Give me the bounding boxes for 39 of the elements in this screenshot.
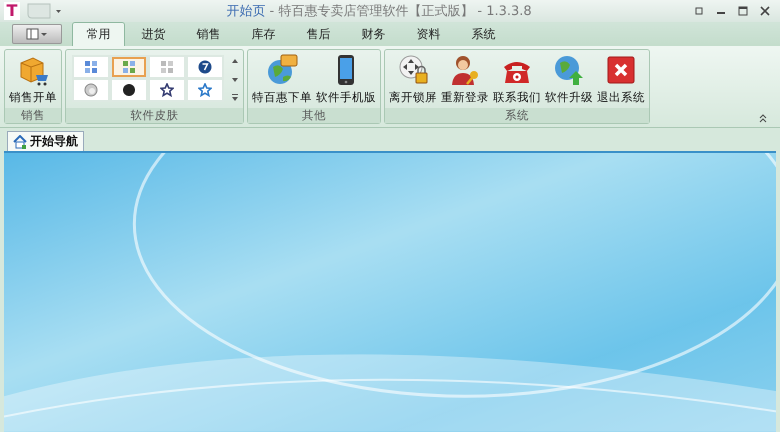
star-icon: [160, 83, 174, 98]
window-title: - 特百惠专卖店管理软件【正式版】 - 1.3.3.8: [269, 4, 532, 19]
maximize-icon[interactable]: [738, 6, 748, 16]
restore-icon[interactable]: [694, 6, 704, 16]
group-label: 其他: [248, 108, 380, 123]
ribbon-button[interactable]: 销售开单: [7, 52, 59, 106]
collapse-ribbon-icon[interactable]: [758, 112, 768, 123]
tiles-icon: [160, 60, 174, 74]
numbered-circle-icon: [198, 60, 212, 74]
ribbon-tab[interactable]: 进货: [127, 22, 180, 46]
ribbon-tab[interactable]: 财务: [347, 22, 400, 46]
ribbon-tab[interactable]: 售后: [292, 22, 345, 46]
ribbon-button[interactable]: 特百惠下单: [250, 52, 314, 106]
ribbon-tab[interactable]: 常用: [72, 22, 125, 46]
group-label: 系统: [385, 108, 649, 123]
ribbon-button[interactable]: 软件升级: [543, 52, 595, 106]
ribbon-button[interactable]: 重新登录: [439, 52, 491, 106]
ribbon-button[interactable]: 联系我们: [491, 52, 543, 106]
globe-icon: [265, 52, 299, 87]
document-tab[interactable]: 开始导航: [7, 131, 84, 152]
tiles-icon: [84, 60, 98, 74]
skin-swatch[interactable]: [112, 57, 146, 78]
ribbon-tab[interactable]: 销售: [182, 22, 235, 46]
group-label: 销售: [5, 108, 61, 123]
app-logo: T: [4, 2, 20, 20]
ribbon-button[interactable]: 退出系统: [595, 52, 647, 106]
star-icon: [198, 83, 212, 98]
ribbon-tab[interactable]: 资料: [402, 22, 455, 46]
tiles-icon: [122, 60, 136, 74]
ribbon-tab[interactable]: 系统: [457, 22, 510, 46]
ribbon-button[interactable]: 离开锁屏: [387, 52, 439, 106]
window-title-page: 开始页: [226, 4, 266, 19]
home-icon: [13, 134, 27, 149]
group-label: 软件皮肤: [66, 108, 243, 123]
app-menu-button[interactable]: [12, 24, 62, 44]
ribbon-tab[interactable]: 库存: [237, 22, 290, 46]
close-icon[interactable]: [760, 6, 770, 16]
ribbon-button[interactable]: 软件手机版: [314, 52, 378, 106]
panel-icon: [26, 28, 48, 40]
